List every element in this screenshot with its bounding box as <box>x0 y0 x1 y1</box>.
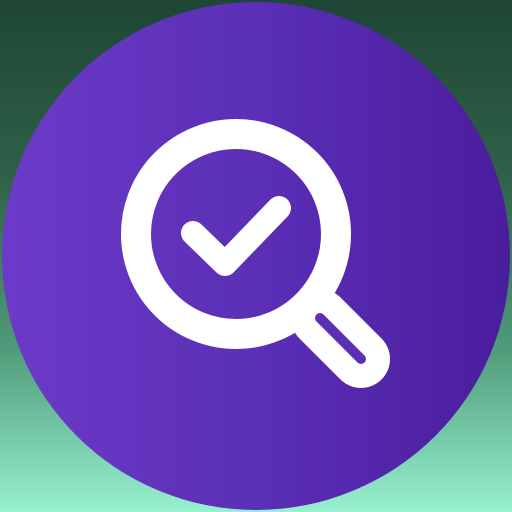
app-icon-canvas <box>0 0 512 512</box>
checkmark-icon <box>181 196 291 276</box>
search-check-icon <box>121 119 390 388</box>
